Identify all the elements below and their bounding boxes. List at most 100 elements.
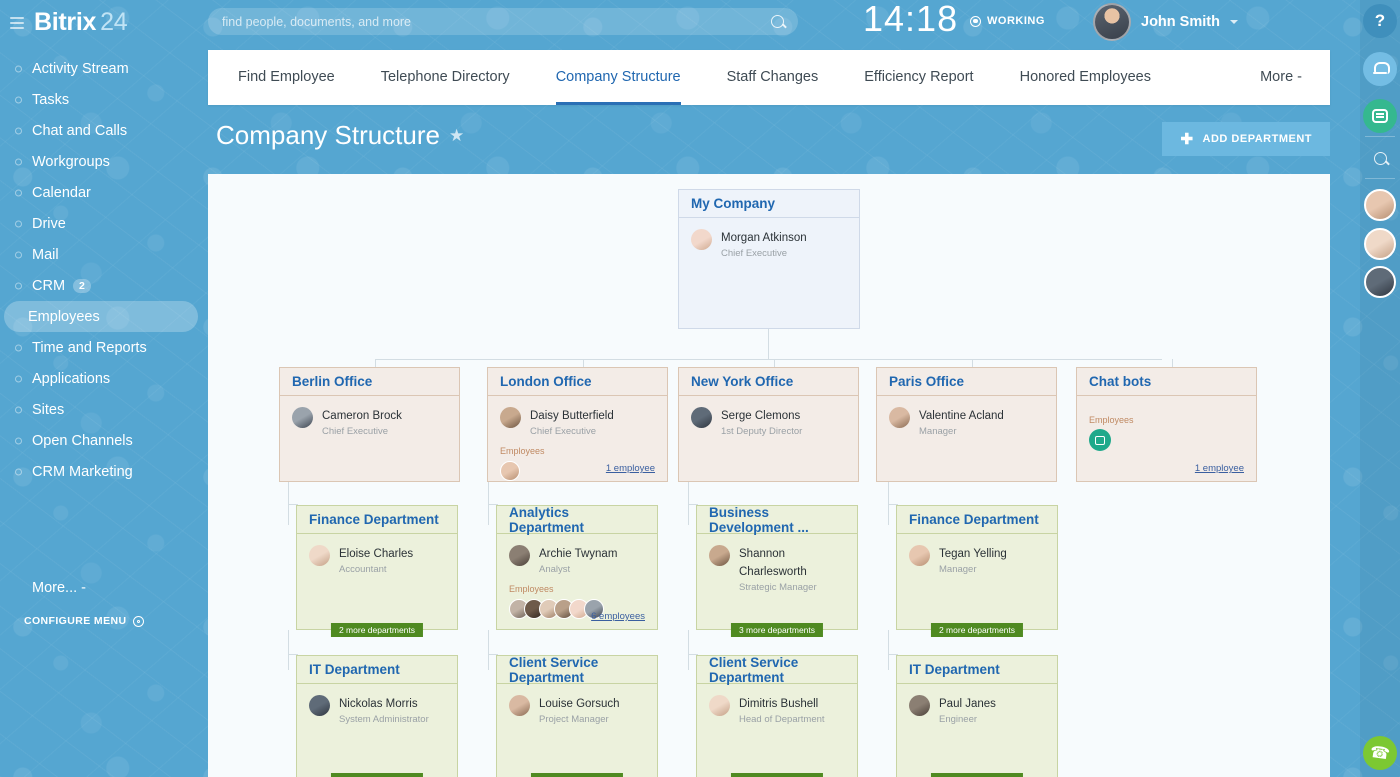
more-departments-badge[interactable]: 3 more departments [531, 773, 623, 777]
org-node-title[interactable]: Business Development ... [697, 506, 857, 534]
tab-telephone-directory[interactable]: Telephone Directory [381, 51, 510, 105]
work-status[interactable]: WORKING [970, 15, 1045, 27]
help-button[interactable]: ? [1363, 4, 1397, 38]
org-node[interactable]: Finance DepartmentTegan YellingManager2 … [896, 505, 1058, 630]
sidebar-item-activity-stream[interactable]: Activity Stream [4, 53, 198, 84]
avatar[interactable] [500, 407, 521, 428]
avatar[interactable] [1364, 189, 1396, 221]
org-node[interactable]: London Office Daisy ButterfieldChief Exec… [487, 367, 668, 482]
sidebar-item-chat-and-calls[interactable]: Chat and Calls [4, 115, 198, 146]
avatar[interactable] [1364, 228, 1396, 260]
add-department-button[interactable]: ✚ ADD DEPARTMENT [1162, 122, 1330, 156]
org-node[interactable]: Finance Department Eloise CharlesAccounta… [296, 505, 458, 630]
sidebar-item-drive[interactable]: Drive [4, 208, 198, 239]
sidebar-item-workgroups[interactable]: Workgroups [4, 146, 198, 177]
sidebar-item-open-channels[interactable]: Open Channels [4, 425, 198, 456]
org-node[interactable]: Client Service Department Dimitris Bushel… [696, 655, 858, 777]
node-head-person[interactable]: Shannon CharlesworthStrategic Manager [709, 544, 845, 593]
org-node[interactable]: Client Service Department Louise GorsuchP… [496, 655, 658, 777]
org-node[interactable]: New York OfficeSerge Clemons1st Deputy D… [678, 367, 859, 482]
avatar[interactable] [500, 461, 520, 481]
org-node[interactable]: Chat botsEmployees1 employee [1076, 367, 1257, 482]
org-node-title[interactable]: Berlin Office [280, 368, 459, 396]
node-head-person[interactable]: Eloise CharlesAccountant [309, 544, 445, 575]
sidebar-item-tasks[interactable]: Tasks [4, 84, 198, 115]
employees-link[interactable]: 1 employee [1195, 463, 1244, 474]
sidebar-item-mail[interactable]: Mail [4, 239, 198, 270]
org-node[interactable]: Berlin Office Cameron BrockChief Executiv… [279, 367, 460, 482]
user-menu[interactable]: John Smith [1093, 3, 1238, 41]
search-input[interactable] [222, 15, 771, 29]
org-node-title[interactable]: New York Office [679, 368, 858, 396]
search-icon[interactable] [771, 15, 784, 28]
avatar[interactable] [909, 695, 930, 716]
tab-honored-employees[interactable]: Honored Employees [1020, 51, 1151, 105]
avatar[interactable] [709, 695, 730, 716]
org-node-title[interactable]: Analytics Department [497, 506, 657, 534]
avatar[interactable] [1364, 266, 1396, 298]
more-departments-badge[interactable]: 3 more departments [731, 623, 823, 637]
avatar[interactable] [691, 407, 712, 428]
avatar[interactable] [309, 545, 330, 566]
org-node-title[interactable]: My Company [679, 190, 859, 218]
more-departments-badge[interactable]: 3 more departments [931, 773, 1023, 777]
sidebar-item-crm[interactable]: CRM2 [4, 270, 198, 301]
tab-company-structure[interactable]: Company Structure [556, 51, 681, 105]
org-node[interactable]: Paris OfficeValentine AclandManager [876, 367, 1057, 482]
node-head-person[interactable]: Daisy ButterfieldChief Executive [500, 406, 655, 437]
sidebar-item-calendar[interactable]: Calendar [4, 177, 198, 208]
org-node-title[interactable]: IT Department [897, 656, 1057, 684]
more-departments-badge[interactable]: 2 more departments [331, 623, 423, 637]
org-node-title[interactable]: Client Service Department [497, 656, 657, 684]
avatar[interactable] [309, 695, 330, 716]
sidebar-item-crm-marketing[interactable]: CRM Marketing [4, 456, 198, 487]
node-head-person[interactable]: Tegan YellingManager [909, 544, 1045, 575]
org-node[interactable]: Business Development ... Shannon Charlesw… [696, 505, 858, 630]
avatar[interactable] [1093, 3, 1131, 41]
employees-link[interactable]: 1 employee [606, 463, 655, 474]
org-node-title[interactable]: London Office [488, 368, 667, 396]
org-node-title[interactable]: Finance Department [897, 506, 1057, 534]
tab-find-employee[interactable]: Find Employee [238, 51, 335, 105]
avatar[interactable] [509, 695, 530, 716]
notifications-button[interactable] [1363, 52, 1397, 86]
rail-search-button[interactable] [1363, 141, 1397, 175]
more-departments-badge[interactable]: 3 more departments [331, 773, 423, 777]
org-node-title[interactable]: Finance Department [297, 506, 457, 534]
node-head-person[interactable]: Paul JanesEngineer [909, 694, 1045, 725]
call-button[interactable]: ☎ [1363, 736, 1397, 770]
org-node[interactable]: My Company Morgan AtkinsonChief Executive [678, 189, 860, 329]
more-departments-badge[interactable]: 2 more departments [731, 773, 823, 777]
avatar[interactable] [691, 229, 712, 250]
org-node-title[interactable]: Client Service Department [697, 656, 857, 684]
node-head-person[interactable]: Nickolas MorrisSystem Administrator [309, 694, 445, 725]
app-logo[interactable]: Bitrix24 [34, 8, 127, 37]
node-head-person[interactable]: Dimitris BushellHead of Department [709, 694, 845, 725]
node-head-person[interactable]: Morgan AtkinsonChief Executive [691, 228, 847, 259]
tab-staff-changes[interactable]: Staff Changes [727, 51, 819, 105]
org-node-title[interactable]: Paris Office [877, 368, 1056, 396]
org-node[interactable]: IT Department Nickolas MorrisSystem Admin… [296, 655, 458, 777]
tab-efficiency-report[interactable]: Efficiency Report [864, 51, 973, 105]
avatar[interactable] [889, 407, 910, 428]
org-node-title[interactable]: IT Department [297, 656, 457, 684]
favorite-star-icon[interactable]: ★ [449, 126, 464, 146]
search-box[interactable] [208, 8, 798, 35]
avatar[interactable] [509, 545, 530, 566]
avatar[interactable] [709, 545, 730, 566]
sidebar-item-time-and-reports[interactable]: Time and Reports [4, 332, 198, 363]
bot-icon[interactable] [1089, 429, 1111, 451]
configure-menu-button[interactable]: CONFIGURE MENU [24, 615, 144, 627]
org-node[interactable]: Analytics Department Archie TwynamAnalyst… [496, 505, 658, 630]
menu-toggle-icon[interactable] [10, 14, 24, 32]
more-departments-badge[interactable]: 2 more departments [931, 623, 1023, 637]
sidebar-item-more[interactable]: More... - [4, 572, 198, 603]
node-head-person[interactable]: Archie TwynamAnalyst [509, 544, 645, 575]
node-head-person[interactable]: Louise GorsuchProject Manager [509, 694, 645, 725]
avatar[interactable] [292, 407, 313, 428]
node-head-person[interactable]: Cameron BrockChief Executive [292, 406, 447, 437]
org-node[interactable]: IT Department Paul JanesEngineer 3 more de… [896, 655, 1058, 777]
sidebar-item-applications[interactable]: Applications [4, 363, 198, 394]
avatar[interactable] [909, 545, 930, 566]
sidebar-item-employees[interactable]: Employees [4, 301, 198, 332]
